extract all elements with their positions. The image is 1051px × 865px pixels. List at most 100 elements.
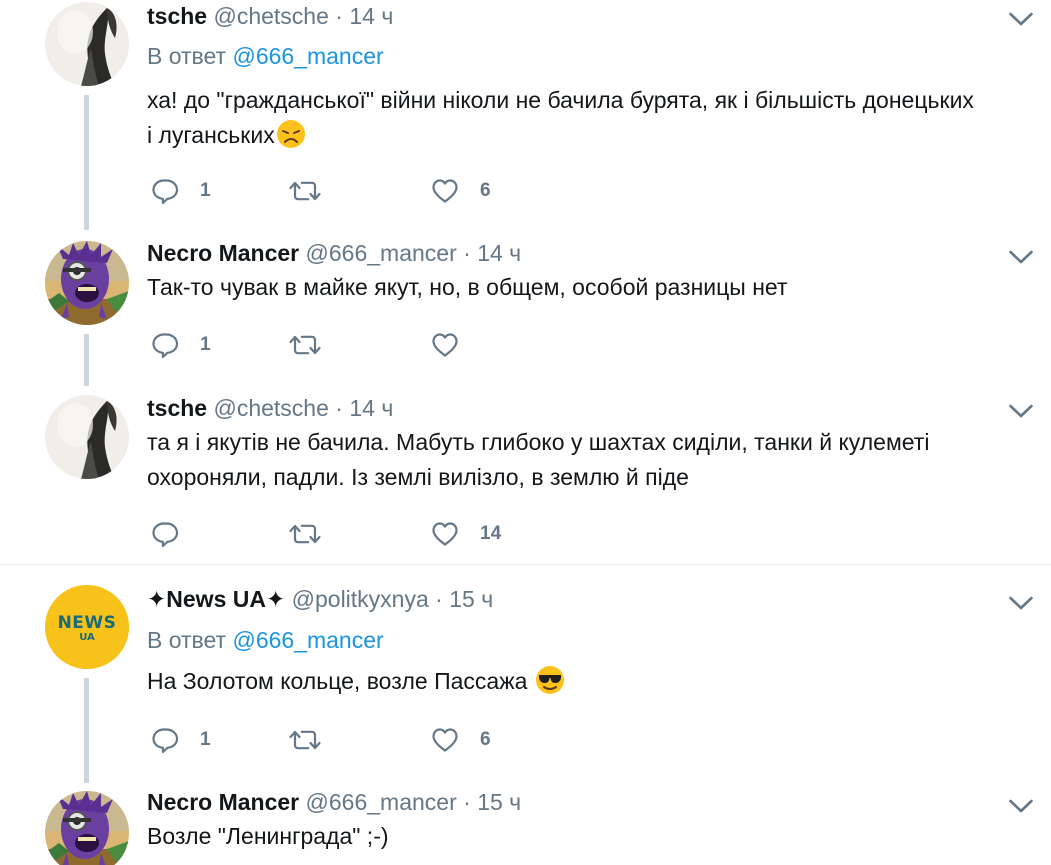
- like-button[interactable]: 6: [430, 176, 510, 206]
- retweet-icon: [288, 330, 322, 360]
- tweet-header: ✦News UA✦ @politkyxnya · 15 ч: [147, 585, 493, 613]
- avatar[interactable]: NEWS UA: [45, 585, 129, 669]
- tweet-time[interactable]: 14 ч: [349, 395, 393, 421]
- reply-context: В ответ @666_mancer: [147, 626, 384, 654]
- separator-dot: ·: [463, 240, 471, 266]
- tweet-text-line: охороняли, падли. Із землі вилізло, в зе…: [147, 464, 689, 490]
- like-count: 14: [480, 523, 502, 544]
- sunglasses-face-emoji: [535, 666, 564, 694]
- tweet-4[interactable]: NEWS UA ✦News UA✦ @politkyxnya · 15 ч В …: [0, 575, 1051, 783]
- avatar[interactable]: [45, 241, 129, 325]
- tweet-header: tsche @chetsche · 14 ч: [147, 2, 393, 30]
- tweet-text-line: На Золотом кольце, возле Пассажа: [147, 668, 528, 694]
- avatar-logo-subtext: UA: [79, 632, 95, 643]
- tweet-text-line-with-emoji: і луганських: [147, 118, 974, 153]
- chevron-down-icon[interactable]: [1008, 11, 1034, 27]
- tweet-text: та я і якутів не бачила. Мабуть глибоко …: [147, 425, 929, 495]
- avatar[interactable]: [45, 2, 129, 86]
- chevron-down-icon[interactable]: [1008, 798, 1034, 814]
- reply-button[interactable]: 1: [150, 725, 230, 755]
- thread-line: [84, 678, 89, 783]
- tweet-3[interactable]: tsche @chetsche · 14 ч та я і якутів не …: [0, 387, 1051, 562]
- author-handle[interactable]: @666_mancer: [306, 789, 457, 815]
- tweet-actions: 14: [150, 519, 510, 549]
- chevron-down-icon[interactable]: [1008, 595, 1034, 611]
- reply-mention-link[interactable]: @666_mancer: [232, 627, 383, 653]
- separator-dot: ·: [435, 586, 443, 612]
- separator-dot: ·: [463, 789, 471, 815]
- avatar[interactable]: [45, 791, 129, 865]
- like-button[interactable]: [430, 330, 510, 360]
- thread-line: [84, 95, 89, 230]
- reply-count: 1: [200, 334, 211, 355]
- chevron-down-icon[interactable]: [1008, 249, 1034, 265]
- tweet-header: tsche @chetsche · 14 ч: [147, 394, 393, 422]
- tweet-text-line: Так-то чувак в майке якут, но, в общем, …: [147, 274, 788, 300]
- reply-count: 1: [200, 729, 211, 750]
- reply-prefix: В ответ: [147, 627, 227, 653]
- tweet-text: Так-то чувак в майке якут, но, в общем, …: [147, 270, 788, 305]
- avatar[interactable]: [45, 395, 129, 479]
- tweet-text-line: ха! до "гражданської" війни ніколи не ба…: [147, 87, 974, 113]
- author-name[interactable]: tsche: [147, 3, 207, 29]
- retweet-button[interactable]: [288, 330, 368, 360]
- reply-icon: [150, 176, 180, 206]
- like-button[interactable]: 6: [430, 725, 510, 755]
- avatar-logo-text: NEWS: [57, 613, 117, 633]
- author-name[interactable]: Necro Mancer: [147, 240, 299, 266]
- reply-icon: [150, 519, 180, 549]
- tweet-1[interactable]: tsche @chetsche · 14 ч В ответ @666_manc…: [0, 0, 1051, 232]
- tweet-actions: 1 6: [150, 725, 510, 755]
- retweet-button[interactable]: [288, 519, 368, 549]
- author-name[interactable]: Necro Mancer: [147, 789, 299, 815]
- tweet-time[interactable]: 15 ч: [477, 789, 521, 815]
- like-count: 6: [480, 729, 491, 750]
- reply-button[interactable]: [150, 519, 230, 549]
- tweet-text-line: і луганських: [147, 122, 275, 148]
- reply-prefix: В ответ: [147, 43, 227, 69]
- author-name[interactable]: ✦News UA✦: [147, 586, 285, 612]
- reply-context: В ответ @666_mancer: [147, 42, 384, 70]
- reply-button[interactable]: 1: [150, 176, 230, 206]
- tweet-header: Necro Mancer @666_mancer · 15 ч: [147, 788, 521, 816]
- tweet-time[interactable]: 14 ч: [477, 240, 521, 266]
- author-handle[interactable]: @chetsche: [213, 395, 328, 421]
- disappointed-face-emoji: [276, 120, 305, 148]
- conversation-divider: [0, 564, 1051, 565]
- retweet-icon: [288, 519, 322, 549]
- separator-dot: ·: [335, 395, 343, 421]
- tweet-text: Возле "Ленинграда" ;-): [147, 819, 389, 854]
- reply-mention-link[interactable]: @666_mancer: [232, 43, 383, 69]
- tweet-2[interactable]: Necro Mancer @666_mancer · 14 ч Так-то ч…: [0, 232, 1051, 387]
- tweet-time[interactable]: 15 ч: [449, 586, 493, 612]
- tweet-text-line-with-emoji: На Золотом кольце, возле Пассажа: [147, 664, 565, 699]
- chevron-down-icon[interactable]: [1008, 403, 1034, 419]
- separator-dot: ·: [335, 3, 343, 29]
- author-name[interactable]: tsche: [147, 395, 207, 421]
- tweet-time[interactable]: 14 ч: [349, 3, 393, 29]
- tweet-5[interactable]: Necro Mancer @666_mancer · 15 ч Возле "Л…: [0, 783, 1051, 865]
- tweet-text-line: Возле "Ленинграда" ;-): [147, 823, 389, 849]
- like-count: 6: [480, 180, 491, 201]
- retweet-icon: [288, 176, 322, 206]
- heart-icon: [430, 519, 460, 549]
- like-button[interactable]: 14: [430, 519, 510, 549]
- heart-icon: [430, 725, 460, 755]
- retweet-button[interactable]: [288, 725, 368, 755]
- retweet-button[interactable]: [288, 176, 368, 206]
- author-handle[interactable]: @666_mancer: [306, 240, 457, 266]
- heart-icon: [430, 330, 460, 360]
- reply-button[interactable]: 1: [150, 330, 230, 360]
- reply-icon: [150, 725, 180, 755]
- retweet-icon: [288, 725, 322, 755]
- thread-line: [84, 334, 89, 386]
- tweet-actions: 1 6: [150, 176, 510, 206]
- tweet-text: ха! до "гражданської" війни ніколи не ба…: [147, 83, 974, 153]
- author-handle[interactable]: @politkyxnya: [292, 586, 429, 612]
- tweet-actions: 1: [150, 330, 510, 360]
- author-handle[interactable]: @chetsche: [213, 3, 328, 29]
- reply-count: 1: [200, 180, 211, 201]
- tweet-header: Necro Mancer @666_mancer · 14 ч: [147, 239, 521, 267]
- tweet-text-line: та я і якутів не бачила. Мабуть глибоко …: [147, 429, 930, 455]
- reply-icon: [150, 330, 180, 360]
